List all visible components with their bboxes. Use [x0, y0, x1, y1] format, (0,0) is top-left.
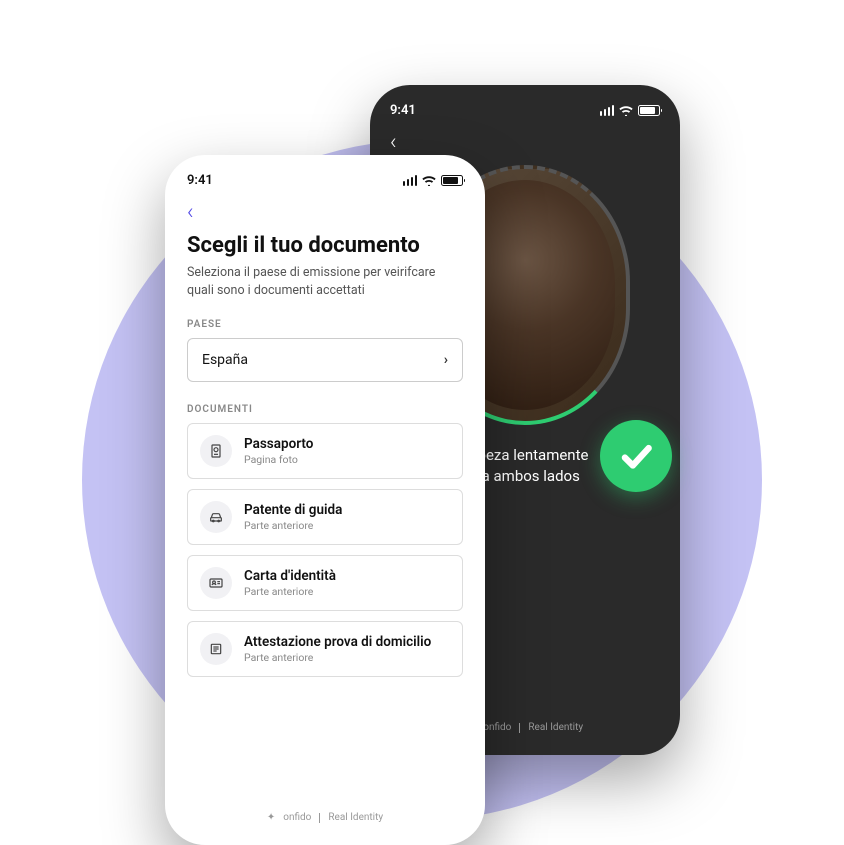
brand-name: onfido — [483, 722, 511, 733]
battery-icon — [638, 105, 660, 116]
doc-title: Patente di guida — [244, 502, 342, 518]
back-button[interactable]: ‹ — [187, 200, 463, 225]
wifi-icon — [422, 176, 436, 186]
brand-suffix: Real Identity — [528, 722, 583, 733]
footer-brand: ✦ onfido Real Identity — [165, 812, 485, 823]
country-select[interactable]: España › — [187, 338, 463, 382]
doc-option-residence-proof[interactable]: Attestazione prova di domicilio Parte an… — [187, 621, 463, 677]
doc-option-passport[interactable]: Passaporto Pagina foto — [187, 423, 463, 479]
battery-icon — [441, 175, 463, 186]
onfido-logo-icon: ✦ — [267, 812, 275, 823]
back-button[interactable]: ‹ — [390, 130, 660, 155]
chevron-right-icon: › — [444, 352, 448, 368]
doc-subtitle: Parte anteriore — [244, 519, 342, 532]
success-check-badge — [600, 420, 672, 492]
status-time: 9:41 — [390, 103, 416, 118]
id-card-icon — [200, 567, 232, 599]
country-value: España — [202, 352, 248, 368]
status-icons — [600, 105, 661, 116]
doc-option-license[interactable]: Patente di guida Parte anteriore — [187, 489, 463, 545]
home-doc-icon — [200, 633, 232, 665]
doc-option-id-card[interactable]: Carta d'identità Parte anteriore — [187, 555, 463, 611]
doc-subtitle: Parte anteriore — [244, 651, 431, 664]
instruction-line-2: cia ambos lados — [470, 467, 580, 485]
page-title: Scegli il tuo documento — [187, 233, 463, 258]
status-time: 9:41 — [187, 173, 213, 188]
doc-title: Attestazione prova di domicilio — [244, 634, 431, 650]
doc-subtitle: Parte anteriore — [244, 585, 336, 598]
status-icons — [403, 175, 464, 186]
brand-name: onfido — [283, 812, 311, 823]
signal-icon — [600, 105, 615, 116]
status-bar: 9:41 — [390, 103, 660, 118]
brand-suffix: Real Identity — [328, 812, 383, 823]
checkmark-icon — [617, 437, 655, 475]
signal-icon — [403, 175, 418, 186]
doc-title: Carta d'identità — [244, 568, 336, 584]
status-bar: 9:41 — [187, 173, 463, 188]
country-label: PAESE — [187, 319, 463, 330]
page-subtitle: Seleziona il paese di emissione per veir… — [187, 264, 463, 299]
passport-icon — [200, 435, 232, 467]
doc-title: Passaporto — [244, 436, 313, 452]
phone-document-select: 9:41 ‹ Scegli il tuo documento Seleziona… — [165, 155, 485, 845]
wifi-icon — [619, 106, 633, 116]
car-icon — [200, 501, 232, 533]
doc-subtitle: Pagina foto — [244, 453, 313, 466]
documents-label: DOCUMENTI — [187, 404, 463, 415]
